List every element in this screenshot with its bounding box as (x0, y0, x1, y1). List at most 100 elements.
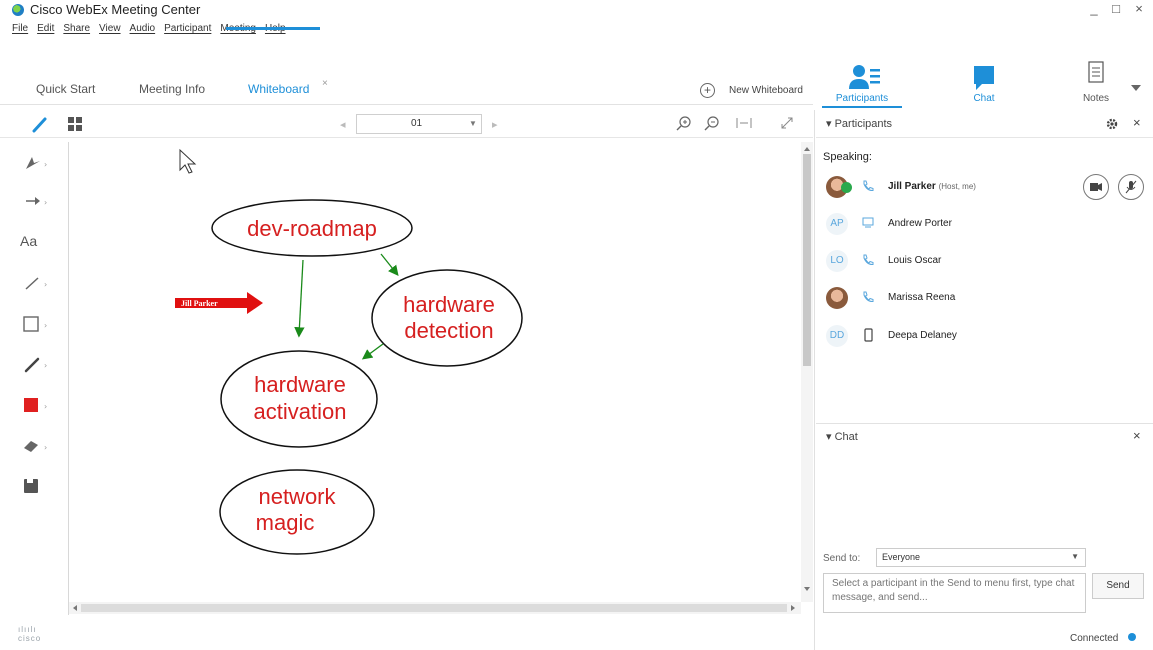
page-chevron-down-icon: ▼ (469, 119, 477, 128)
participant-name: Andrew Porter (888, 218, 952, 229)
participant-row[interactable]: Marissa Reena (826, 287, 1146, 311)
maximize-button[interactable]: □ (1107, 1, 1125, 16)
menu-help[interactable]: Help (265, 23, 286, 39)
whiteboard-drawing: Jill Parker dev-roadmap hardware detecti… (69, 142, 813, 614)
participant-name: Deepa Delaney (888, 330, 957, 341)
node-hardware-activation-line1: hardware (254, 372, 346, 397)
svg-text:›: › (44, 198, 47, 207)
panel-tab-notes[interactable]: Notes (1056, 52, 1136, 108)
page-selector[interactable]: 01 ▼ (356, 114, 482, 134)
participants-close-icon[interactable]: × (1133, 115, 1141, 130)
whiteboard-canvas[interactable]: Jill Parker dev-roadmap hardware detecti… (68, 142, 813, 615)
title-bar: Cisco WebEx Meeting Center _ □ × (0, 0, 1153, 20)
node-hardware-detection-line1: hardware (403, 292, 495, 317)
participant-row[interactable]: LO Louis Oscar (826, 250, 1146, 274)
panel-tab-indicator (822, 106, 902, 108)
tab-whiteboard[interactable]: Whiteboard (248, 82, 309, 96)
arrow-tool-icon[interactable]: › (18, 187, 54, 215)
minimize-button[interactable]: _ (1085, 1, 1103, 16)
fullscreen-expand-icon[interactable] (778, 114, 796, 132)
tab-quick-start[interactable]: Quick Start (36, 82, 95, 96)
menu-file[interactable]: File (12, 23, 28, 39)
mute-button[interactable] (1118, 174, 1144, 200)
svg-text:›: › (44, 280, 47, 289)
rectangle-tool-icon[interactable]: › (18, 310, 54, 338)
send-to-value: Everyone (882, 552, 921, 562)
participant-pointer-tag: Jill Parker (175, 292, 263, 314)
cisco-logo: ılıılı cisco (18, 625, 41, 643)
chat-panel-title[interactable]: ▾ Chat (826, 430, 858, 443)
svg-text:›: › (44, 321, 47, 330)
send-to-select[interactable]: Everyone ▼ (876, 548, 1086, 567)
menu-participant[interactable]: Participant (164, 23, 211, 39)
chat-panel-header (816, 423, 1153, 449)
panel-divider (814, 110, 815, 650)
mobile-icon (864, 328, 873, 342)
new-whiteboard-button[interactable]: New Whiteboard (729, 85, 803, 96)
menu-edit[interactable]: Edit (37, 23, 54, 39)
node-hardware-detection-line2: detection (404, 318, 493, 343)
webex-logo-icon (12, 4, 24, 16)
participant-name-text: Jill Parker (888, 181, 936, 192)
svg-text:›: › (44, 443, 47, 452)
gear-icon[interactable] (1105, 117, 1119, 131)
add-whiteboard-icon[interactable]: + (700, 83, 715, 98)
notes-icon (1088, 61, 1104, 83)
send-button[interactable]: Send (1092, 573, 1144, 599)
svg-text:Aa: Aa (20, 233, 37, 249)
chat-close-icon[interactable]: × (1133, 428, 1141, 443)
panel-tab-bar: Participants Chat Notes (816, 52, 1153, 108)
participants-panel-title[interactable]: ▾ Participants (826, 117, 892, 130)
menu-view[interactable]: View (99, 23, 121, 39)
menu-audio[interactable]: Audio (130, 23, 156, 39)
panel-tab-chat-label: Chat (973, 93, 995, 104)
phone-icon (863, 291, 874, 303)
line-tool-icon[interactable]: › (18, 269, 54, 297)
arrow-roadmap-to-detection (380, 253, 399, 277)
pen-tool-icon[interactable] (30, 115, 50, 135)
color-picker-icon[interactable]: › (18, 391, 54, 419)
panel-menu-chevron-down-icon[interactable] (1129, 83, 1143, 93)
speaking-label: Speaking: (823, 151, 872, 163)
participant-name: Marissa Reena (888, 292, 956, 303)
zoom-out-icon[interactable] (703, 114, 721, 132)
menu-bar: File Edit Share View Audio Participant M… (12, 23, 286, 39)
close-window-button[interactable]: × (1130, 1, 1148, 16)
chat-message-input[interactable] (823, 573, 1086, 613)
window-title: Cisco WebEx Meeting Center (30, 2, 201, 17)
node-dev-roadmap-label: dev-roadmap (247, 216, 377, 241)
vertical-scrollbar[interactable] (801, 142, 813, 602)
eraser-tool-icon[interactable]: › (18, 432, 54, 460)
page-number: 01 (411, 118, 423, 129)
thumbnails-grid-icon[interactable] (66, 115, 86, 135)
video-button[interactable] (1083, 174, 1109, 200)
horizontal-scrollbar[interactable] (69, 602, 801, 614)
document-tab-bar: Quick Start Meeting Info Whiteboard × (0, 75, 813, 105)
connection-status: Connected (1070, 633, 1119, 644)
save-icon[interactable] (18, 473, 54, 501)
menu-meeting[interactable]: Meeting (220, 23, 256, 39)
participant-name: Louis Oscar (888, 255, 942, 266)
tab-close-icon[interactable]: × (322, 78, 328, 89)
pointer-tag-label: Jill Parker (181, 299, 218, 308)
highlighter-tool-icon[interactable]: › (18, 350, 54, 378)
panel-tab-participants-label: Participants (835, 93, 889, 104)
menu-share[interactable]: Share (63, 23, 90, 39)
tab-meeting-info[interactable]: Meeting Info (139, 82, 205, 96)
node-hardware-activation-line2: activation (254, 399, 347, 424)
pointer-tool-icon[interactable]: › (18, 149, 54, 177)
zoom-in-icon[interactable] (675, 114, 693, 132)
panel-tab-chat[interactable]: Chat (944, 52, 1024, 108)
node-dev-roadmap: dev-roadmap (211, 199, 413, 257)
next-page-arrow-icon[interactable]: ▸ (492, 118, 498, 131)
participant-row[interactable]: DD Deepa Delaney (826, 325, 1146, 349)
svg-text:›: › (44, 402, 47, 411)
avatar: DD (826, 325, 848, 347)
active-tab-indicator (226, 27, 320, 30)
fit-width-icon[interactable] (734, 114, 754, 132)
text-tool-icon[interactable]: Aa (18, 227, 54, 255)
panel-tab-participants[interactable]: Participants (822, 52, 902, 108)
participant-row[interactable]: AP Andrew Porter (826, 213, 1146, 237)
mouse-cursor-icon (179, 148, 197, 174)
prev-page-arrow-icon[interactable]: ◂ (340, 118, 346, 131)
